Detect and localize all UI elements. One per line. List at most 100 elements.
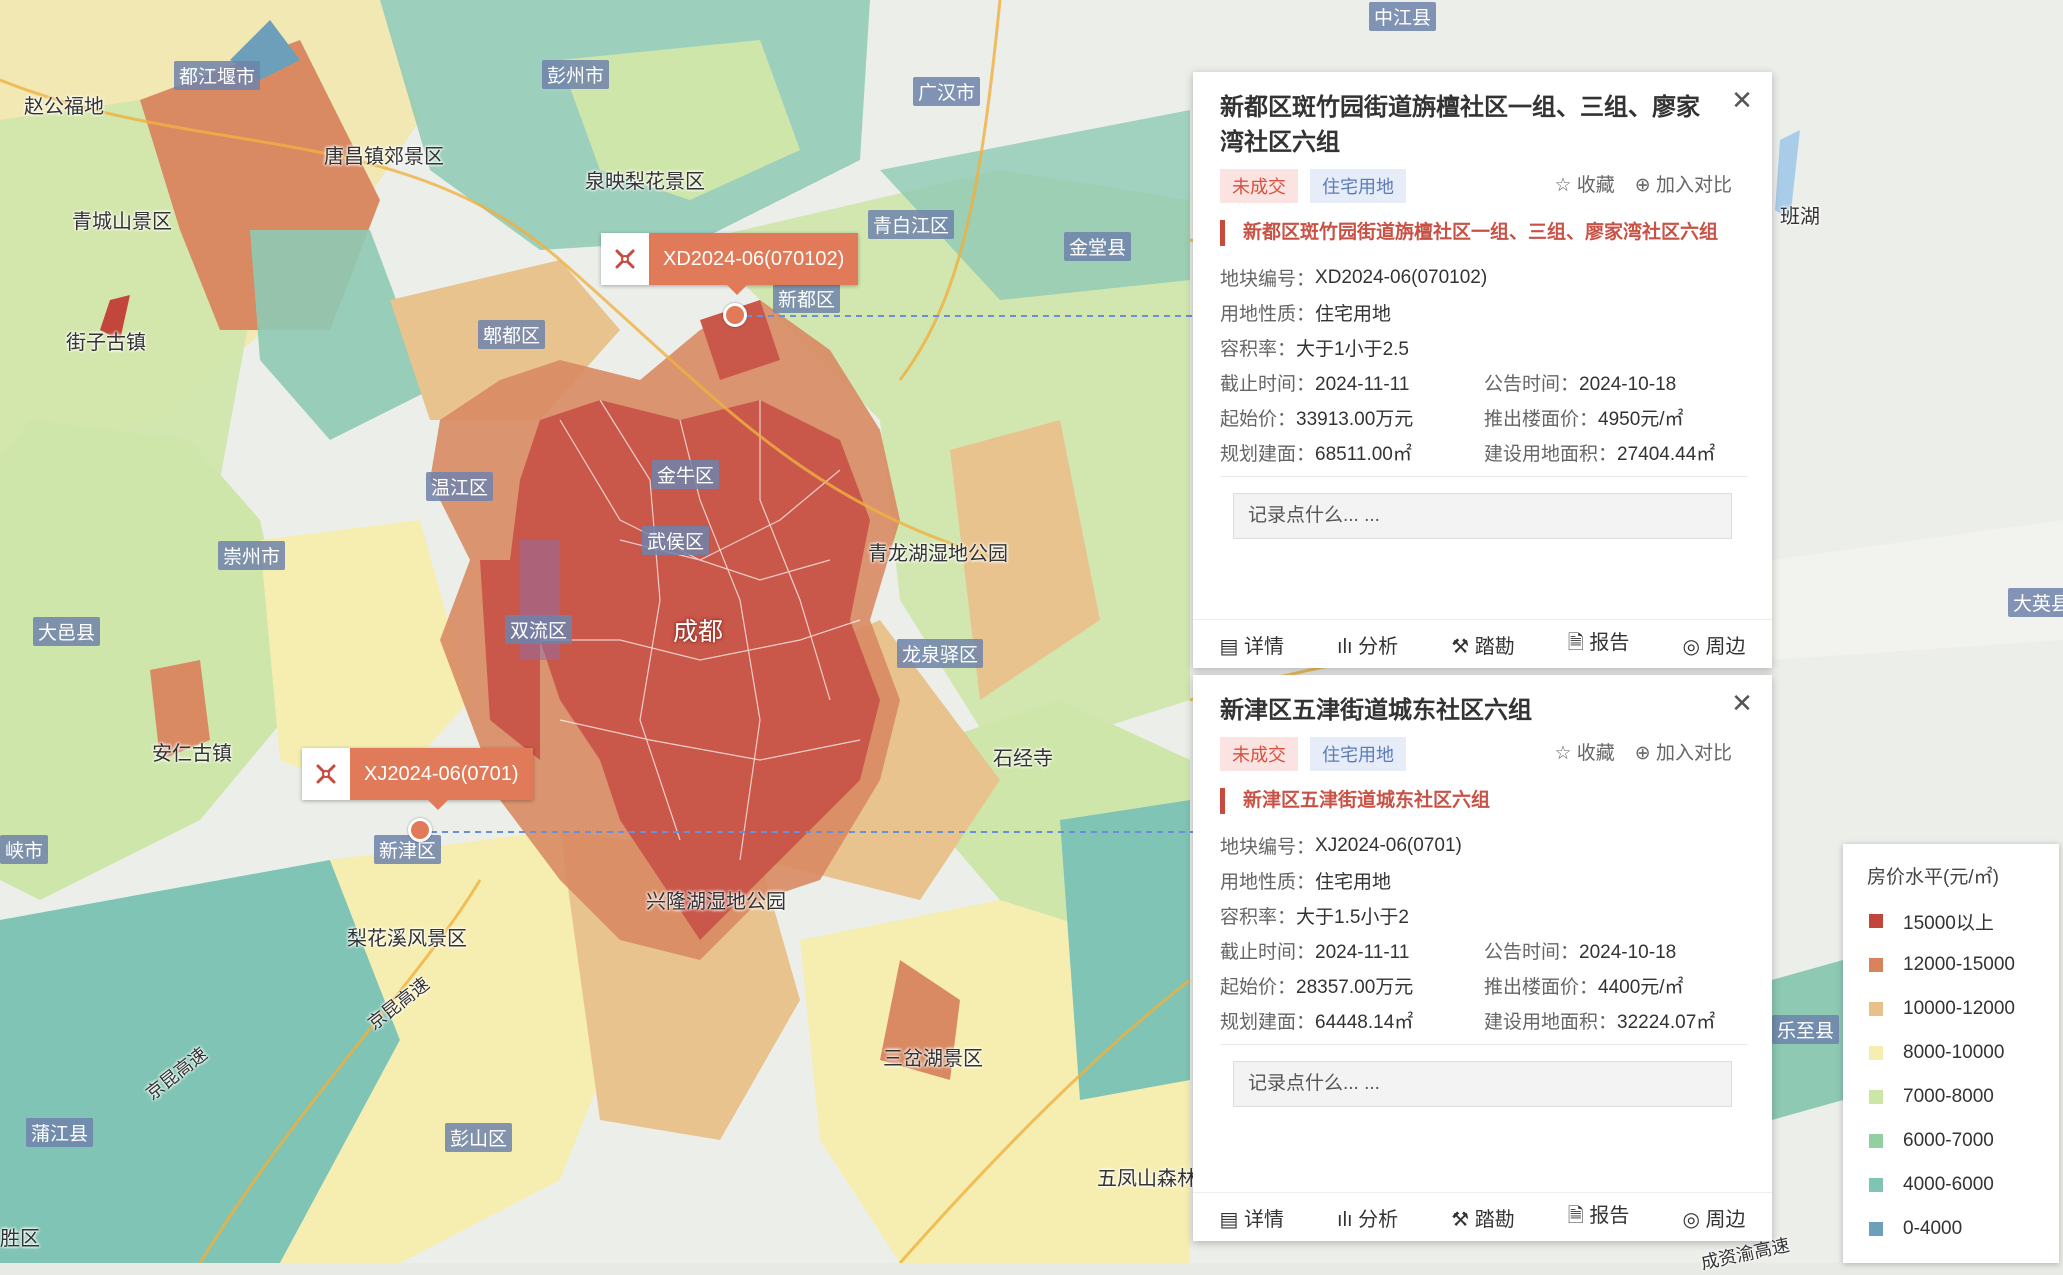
field-label: 建设用地面积： bbox=[1484, 1012, 1618, 1033]
bar-chart-icon: ılı bbox=[1337, 1208, 1353, 1231]
legend-item[interactable]: 4000-6000 bbox=[1869, 1163, 2059, 1207]
note-input[interactable]: 记录点什么... ... bbox=[1233, 1061, 1732, 1107]
field-label: 用地性质： bbox=[1220, 304, 1316, 325]
legend-item[interactable]: 8000-10000 bbox=[1869, 1031, 2059, 1075]
legend-swatch bbox=[1869, 1002, 1883, 1016]
district-label: 金堂县 bbox=[1064, 232, 1132, 261]
card-title: 新津区五津街道城东社区六组 bbox=[1220, 697, 1532, 724]
place-label: 梨花溪风景区 bbox=[347, 928, 467, 950]
card-action-bar: ▤ 详情 ılı 分析 ⚒ 踏勘 🗎 报告 ◎ 周边 bbox=[1193, 1192, 1772, 1241]
plot-marker-1[interactable]: XD2024-06(070102) bbox=[601, 233, 859, 295]
analysis-button[interactable]: ılı 分析 bbox=[1337, 630, 1398, 659]
card-subtitle: 新都区斑竹园街道旃檀社区一组、三组、廖家湾社区六组 bbox=[1220, 220, 1742, 246]
floor-area-ratio: 大于1小于2.5 bbox=[1296, 339, 1409, 360]
legend-item[interactable]: 12000-15000 bbox=[1869, 943, 2059, 987]
district-label: 大邑县 bbox=[33, 617, 101, 646]
star-icon: ☆ bbox=[1554, 175, 1572, 196]
legend-item[interactable]: 0-4000 bbox=[1869, 1207, 2059, 1251]
field-label: 截止时间： bbox=[1220, 942, 1316, 963]
district-label: 崇州市 bbox=[218, 541, 286, 570]
field-label: 地块编号： bbox=[1220, 269, 1316, 290]
place-label: 青城山景区 bbox=[72, 211, 172, 233]
floor-price: 4400元/㎡ bbox=[1598, 977, 1684, 998]
deadline: 2024-11-11 bbox=[1315, 942, 1410, 963]
place-label: 唐昌镇郊景区 bbox=[324, 146, 444, 168]
report-button[interactable]: 🗎 报告 bbox=[1568, 1199, 1630, 1235]
legend-item[interactable]: 15000以上 bbox=[1869, 899, 2059, 943]
district-label: 龙泉驿区 bbox=[897, 639, 984, 668]
field-label: 推出楼面价： bbox=[1484, 409, 1599, 430]
compare-button[interactable]: ⊕ 加入对比 bbox=[1635, 738, 1732, 765]
close-icon[interactable]: ✕ bbox=[1724, 685, 1760, 721]
detail-button[interactable]: ▤ 详情 bbox=[1220, 630, 1284, 659]
floor-area-ratio: 大于1.5小于2 bbox=[1296, 907, 1409, 928]
land-area: 27404.44㎡ bbox=[1617, 444, 1716, 465]
survey-button[interactable]: ⚒ 踏勘 bbox=[1451, 630, 1515, 659]
plot-number: XD2024-06(070102) bbox=[1315, 266, 1488, 288]
target-icon: ◎ bbox=[1682, 635, 1700, 658]
legend-swatch bbox=[1869, 914, 1883, 928]
status-badge: 未成交 bbox=[1220, 737, 1298, 771]
card-subtitle: 新津区五津街道城东社区六组 bbox=[1220, 788, 1742, 814]
favorite-button[interactable]: ☆ 收藏 bbox=[1554, 170, 1614, 197]
city-label: 成都 bbox=[673, 618, 724, 646]
legend-item[interactable]: 10000-12000 bbox=[1869, 987, 2059, 1031]
district-label: 金牛区 bbox=[652, 460, 720, 489]
district-label: 彭州市 bbox=[542, 60, 610, 89]
district-label: 新都区 bbox=[773, 284, 841, 313]
field-label: 公告时间： bbox=[1484, 374, 1580, 395]
field-label: 截止时间： bbox=[1220, 374, 1316, 395]
field-label: 规划建面： bbox=[1220, 444, 1316, 465]
analysis-button[interactable]: ılı 分析 bbox=[1337, 1203, 1398, 1232]
nearby-button[interactable]: ◎ 周边 bbox=[1682, 1203, 1745, 1232]
plot-card-1: ✕ 新都区斑竹园街道旃檀社区一组、三组、廖家湾社区六组 未成交 住宅用地 ☆ 收… bbox=[1193, 72, 1772, 668]
field-label: 规划建面： bbox=[1220, 1012, 1316, 1033]
district-label: 中江县 bbox=[1369, 2, 1437, 31]
district-label: 温江区 bbox=[426, 472, 494, 501]
plus-circle-icon: ⊕ bbox=[1634, 175, 1651, 196]
place-label: 泉映梨花景区 bbox=[585, 171, 705, 193]
legend-swatch bbox=[1869, 1090, 1883, 1104]
legend-item[interactable]: 6000-7000 bbox=[1869, 1119, 2059, 1163]
legend-item[interactable]: 7000-8000 bbox=[1869, 1075, 2059, 1119]
field-label: 推出楼面价： bbox=[1484, 977, 1599, 998]
plot-marker-code: XD2024-06(070102) bbox=[649, 233, 859, 285]
plot-pin-1[interactable] bbox=[723, 303, 747, 327]
report-button[interactable]: 🗎 报告 bbox=[1568, 626, 1630, 662]
compare-button[interactable]: ⊕ 加入对比 bbox=[1635, 170, 1732, 197]
close-icon[interactable]: ✕ bbox=[1724, 82, 1760, 118]
field-label: 起始价： bbox=[1220, 977, 1297, 998]
legend-swatch bbox=[1869, 958, 1883, 972]
district-label: 蒲江县 bbox=[26, 1118, 94, 1147]
survey-button[interactable]: ⚒ 踏勘 bbox=[1451, 1203, 1515, 1232]
field-label: 容积率： bbox=[1220, 339, 1297, 360]
place-label: 石经寺 bbox=[993, 748, 1053, 770]
planned-area: 68511.00㎡ bbox=[1315, 444, 1412, 465]
floor-price: 4950元/㎡ bbox=[1598, 409, 1684, 430]
nearby-button[interactable]: ◎ 周边 bbox=[1682, 630, 1745, 659]
legend-swatch bbox=[1869, 1222, 1883, 1236]
report-icon: 🗎 bbox=[1567, 632, 1584, 654]
place-label: 青龙湖湿地公园 bbox=[868, 543, 1008, 565]
deadline: 2024-11-11 bbox=[1315, 374, 1410, 395]
favorite-button[interactable]: ☆ 收藏 bbox=[1554, 738, 1614, 765]
survey-cross-icon bbox=[302, 748, 350, 800]
place-label: 赵公福地 bbox=[24, 96, 104, 118]
district-label: 彭山区 bbox=[445, 1123, 513, 1152]
land-type-badge: 住宅用地 bbox=[1310, 737, 1406, 771]
plot-marker-2[interactable]: XJ2024-06(0701) bbox=[302, 748, 533, 810]
place-label: 安仁古镇 bbox=[152, 743, 232, 765]
target-icon: ◎ bbox=[1682, 1208, 1700, 1231]
legend-swatch bbox=[1869, 1046, 1883, 1060]
place-label: 班湖 bbox=[1780, 206, 1820, 228]
field-label: 建设用地面积： bbox=[1484, 444, 1618, 465]
detail-button[interactable]: ▤ 详情 bbox=[1220, 1203, 1284, 1232]
plot-pin-2[interactable] bbox=[408, 818, 432, 842]
district-label: 青白江区 bbox=[868, 210, 955, 239]
district-label: 郫都区 bbox=[478, 320, 546, 349]
land-use: 住宅用地 bbox=[1315, 872, 1392, 893]
note-input[interactable]: 记录点什么... ... bbox=[1233, 493, 1732, 539]
document-icon: ▤ bbox=[1219, 635, 1239, 658]
survey-cross-icon bbox=[601, 233, 649, 285]
land-type-badge: 住宅用地 bbox=[1310, 169, 1406, 203]
